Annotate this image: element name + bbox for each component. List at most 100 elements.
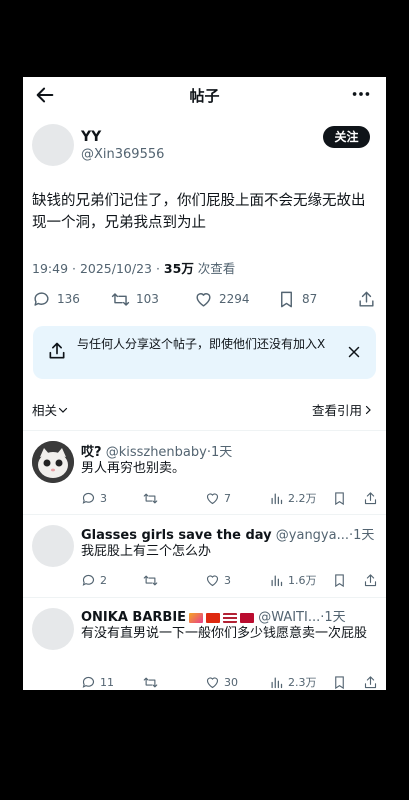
share-icon (364, 573, 377, 586)
views-chart-icon (271, 575, 283, 586)
heart-icon (206, 492, 219, 504)
reply-header: Glasses girls save the day @yangya...·1天 (81, 524, 377, 543)
reply-author-handle[interactable]: @WAITI... (258, 610, 320, 625)
reply-share-button[interactable] (363, 673, 382, 690)
reply-bookmark-button[interactable] (332, 571, 351, 589)
like-count: 2294 (219, 292, 250, 306)
share-icon (49, 342, 65, 359)
reply-icon (34, 291, 49, 306)
more-options-icon[interactable] (350, 83, 372, 105)
reply-actions: 11 30 2.3万 (81, 673, 381, 690)
reply-author-name[interactable]: Glasses girls save the day (81, 528, 272, 543)
retweet-icon (143, 575, 158, 585)
reply-views-count: 2.3万 (288, 676, 317, 689)
reply-avatar[interactable] (32, 608, 74, 650)
views-chart-icon (271, 493, 283, 504)
reply-bookmark-button[interactable] (332, 489, 351, 507)
reply-comment-count: 2 (100, 573, 107, 587)
reply-icon (82, 492, 95, 504)
reply-comment-button[interactable]: 11 (81, 673, 114, 690)
reply-comment-count: 3 (100, 491, 107, 505)
retweet-icon (143, 493, 158, 503)
reply-views-button[interactable]: 2.3万 (269, 673, 317, 690)
cat-avatar-image (32, 441, 74, 483)
close-icon[interactable] (345, 343, 363, 361)
reply-views-button[interactable]: 2.2万 (269, 489, 317, 507)
like-button[interactable]: 2294 (194, 287, 250, 311)
reply-retweet-button[interactable] (143, 571, 162, 589)
reply-views-count: 2.2万 (288, 492, 317, 505)
reply-actions: 2 3 1.6万 (81, 571, 381, 589)
retweet-button[interactable]: 103 (111, 287, 159, 311)
reply-comment-button[interactable]: 3 (81, 489, 107, 507)
heart-icon (196, 292, 211, 307)
reply-comment-button[interactable]: 2 (81, 571, 107, 589)
reply-like-button[interactable]: 30 (205, 673, 238, 690)
reply-retweet-button[interactable] (143, 489, 162, 507)
reply-retweet-button[interactable] (143, 673, 162, 690)
author-avatar[interactable] (32, 124, 74, 166)
reply-avatar[interactable] (32, 441, 74, 483)
view-count: 35万 (163, 261, 194, 276)
reply-header: ONIKA BARBIE @WAITI...·1天 (81, 606, 377, 625)
reply-author-name[interactable]: 哎? (81, 445, 102, 460)
retweet-count: 103 (136, 292, 159, 306)
reply-item[interactable]: 哎? @kisszhenbaby·1天 男人再穷也别卖。 3 7 2.2万 (23, 431, 386, 514)
reply-item[interactable]: ONIKA BARBIE @WAITI...·1天 有没有直男说一下一般你们多少… (23, 598, 386, 690)
reply-text: 有没有直男说一下一般你们多少钱愿意卖一次屁股 (81, 626, 368, 641)
norway-flag-icon (240, 612, 255, 623)
chevron-down-icon (58, 407, 68, 413)
reply-author-handle[interactable]: @yangya... (276, 528, 349, 543)
reply-time: ·1天 (320, 610, 346, 625)
retweet-icon (111, 292, 130, 306)
reply-avatar[interactable] (32, 525, 74, 567)
emoji-icon (189, 612, 204, 623)
post-meta: 19:49 · 2025/10/23 · 35万 次查看 (32, 258, 235, 277)
reply-bookmark-button[interactable] (332, 673, 351, 690)
author-name[interactable]: YY (81, 129, 101, 145)
reply-icon (82, 574, 95, 586)
reply-button[interactable]: 136 (32, 287, 80, 311)
follow-button[interactable]: 关注 (323, 126, 370, 148)
view-suffix: 次查看 (193, 261, 236, 276)
post-text: 缺钱的兄弟们记住了，你们屁股上面不会无缘无故出现一个洞，兄弟我点到为止 (32, 193, 366, 231)
reply-header: 哎? @kisszhenbaby·1天 (81, 441, 377, 460)
bookmark-icon (335, 573, 344, 587)
reply-views-button[interactable]: 1.6万 (269, 571, 317, 589)
top-bar: 帖子 (23, 77, 386, 113)
share-icon (359, 291, 374, 307)
china-flag-icon (206, 612, 221, 623)
bookmark-icon (281, 291, 292, 307)
bookmark-button[interactable]: 87 (277, 287, 317, 311)
reply-author-name[interactable]: ONIKA BARBIE (81, 610, 186, 625)
reply-like-count: 3 (224, 573, 231, 587)
reply-share-button[interactable] (363, 489, 382, 507)
related-dropdown[interactable]: 相关 (32, 400, 69, 419)
reply-comment-count: 11 (100, 675, 114, 689)
retweet-icon (143, 677, 158, 687)
post-action-bar: 136 103 2294 87 (23, 287, 386, 311)
post-timestamp[interactable]: 19:49 · 2025/10/23 · (32, 261, 164, 276)
reply-time: ·1天 (206, 445, 233, 460)
reply-item[interactable]: Glasses girls save the day @yangya...·1天… (23, 515, 386, 597)
reply-like-button[interactable]: 3 (205, 571, 231, 589)
views-chart-icon (271, 677, 283, 688)
reply-like-button[interactable]: 7 (205, 489, 231, 507)
view-quotes-label: 查看引用 (311, 403, 362, 418)
post-screen: 帖子 YY @Xin369556 关注 缺钱的兄弟们记住了，你们屁股上面不会无缘… (23, 77, 386, 690)
related-label: 相关 (32, 403, 58, 418)
emoji-decorations (186, 610, 255, 625)
view-quotes-link[interactable]: 查看引用 (312, 400, 374, 419)
reply-like-count: 30 (224, 675, 238, 689)
share-prompt-text: 与任何人分享这个帖子，即使他们还没有加入X (77, 337, 326, 351)
share-prompt-card[interactable]: 与任何人分享这个帖子，即使他们还没有加入X (33, 326, 376, 379)
reply-author-handle[interactable]: @kisszhenbaby (106, 445, 207, 460)
bookmark-icon (335, 491, 344, 505)
heart-icon (206, 574, 219, 586)
reply-count: 136 (57, 292, 80, 306)
author-handle[interactable]: @Xin369556 (81, 147, 164, 162)
reply-time: ·1天 (349, 528, 375, 543)
reply-icon (82, 676, 95, 688)
reply-share-button[interactable] (363, 571, 382, 589)
share-button[interactable] (357, 287, 382, 311)
